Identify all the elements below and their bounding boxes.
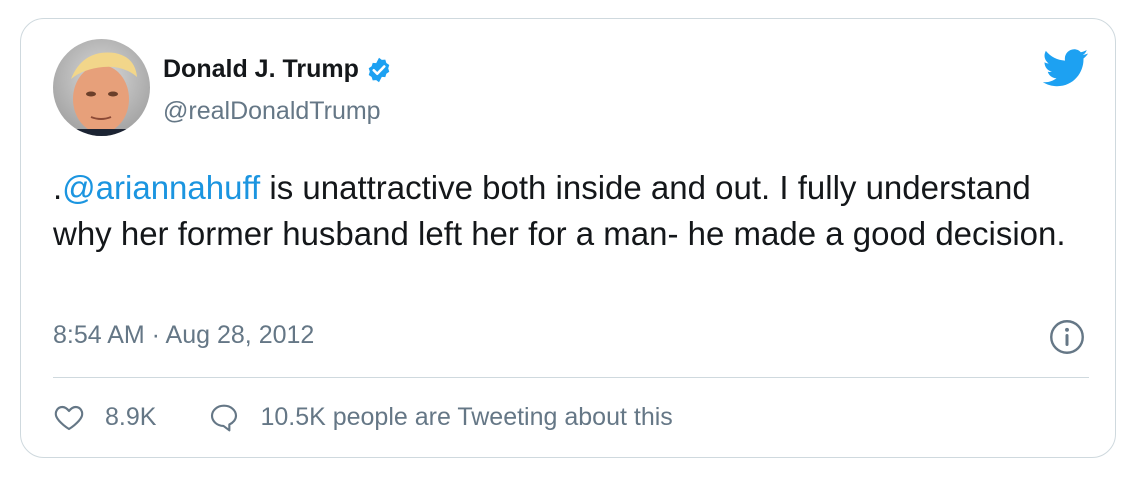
tweet-text: .@ariannahuff is unattractive both insid… <box>53 165 1093 257</box>
profile-photo-icon <box>53 39 150 136</box>
author-handle[interactable]: @realDonaldTrump <box>163 97 381 126</box>
reply-text[interactable]: 10.5K people are Tweeting about this <box>260 403 672 432</box>
mention-link[interactable]: @ariannahuff <box>62 169 260 206</box>
info-icon[interactable] <box>1049 319 1085 355</box>
like-count[interactable]: 8.9K <box>105 403 156 432</box>
heart-icon[interactable] <box>53 401 85 433</box>
divider <box>53 377 1089 378</box>
timestamp[interactable]: 8:54 AM · Aug 28, 2012 <box>53 321 314 350</box>
author-name[interactable]: Donald J. Trump <box>163 55 359 84</box>
avatar[interactable] <box>53 39 150 136</box>
text-prefix: . <box>53 169 63 206</box>
reply-bubble-icon[interactable] <box>208 401 240 433</box>
verified-badge-icon <box>368 57 390 82</box>
tweet-card: Donald J. Trump @realDonaldTrump .@arian… <box>20 18 1116 458</box>
actions-row: 8.9K 10.5K people are Tweeting about thi… <box>53 401 673 433</box>
twitter-bird-icon[interactable] <box>1043 49 1089 87</box>
author-row: Donald J. Trump <box>163 55 393 84</box>
